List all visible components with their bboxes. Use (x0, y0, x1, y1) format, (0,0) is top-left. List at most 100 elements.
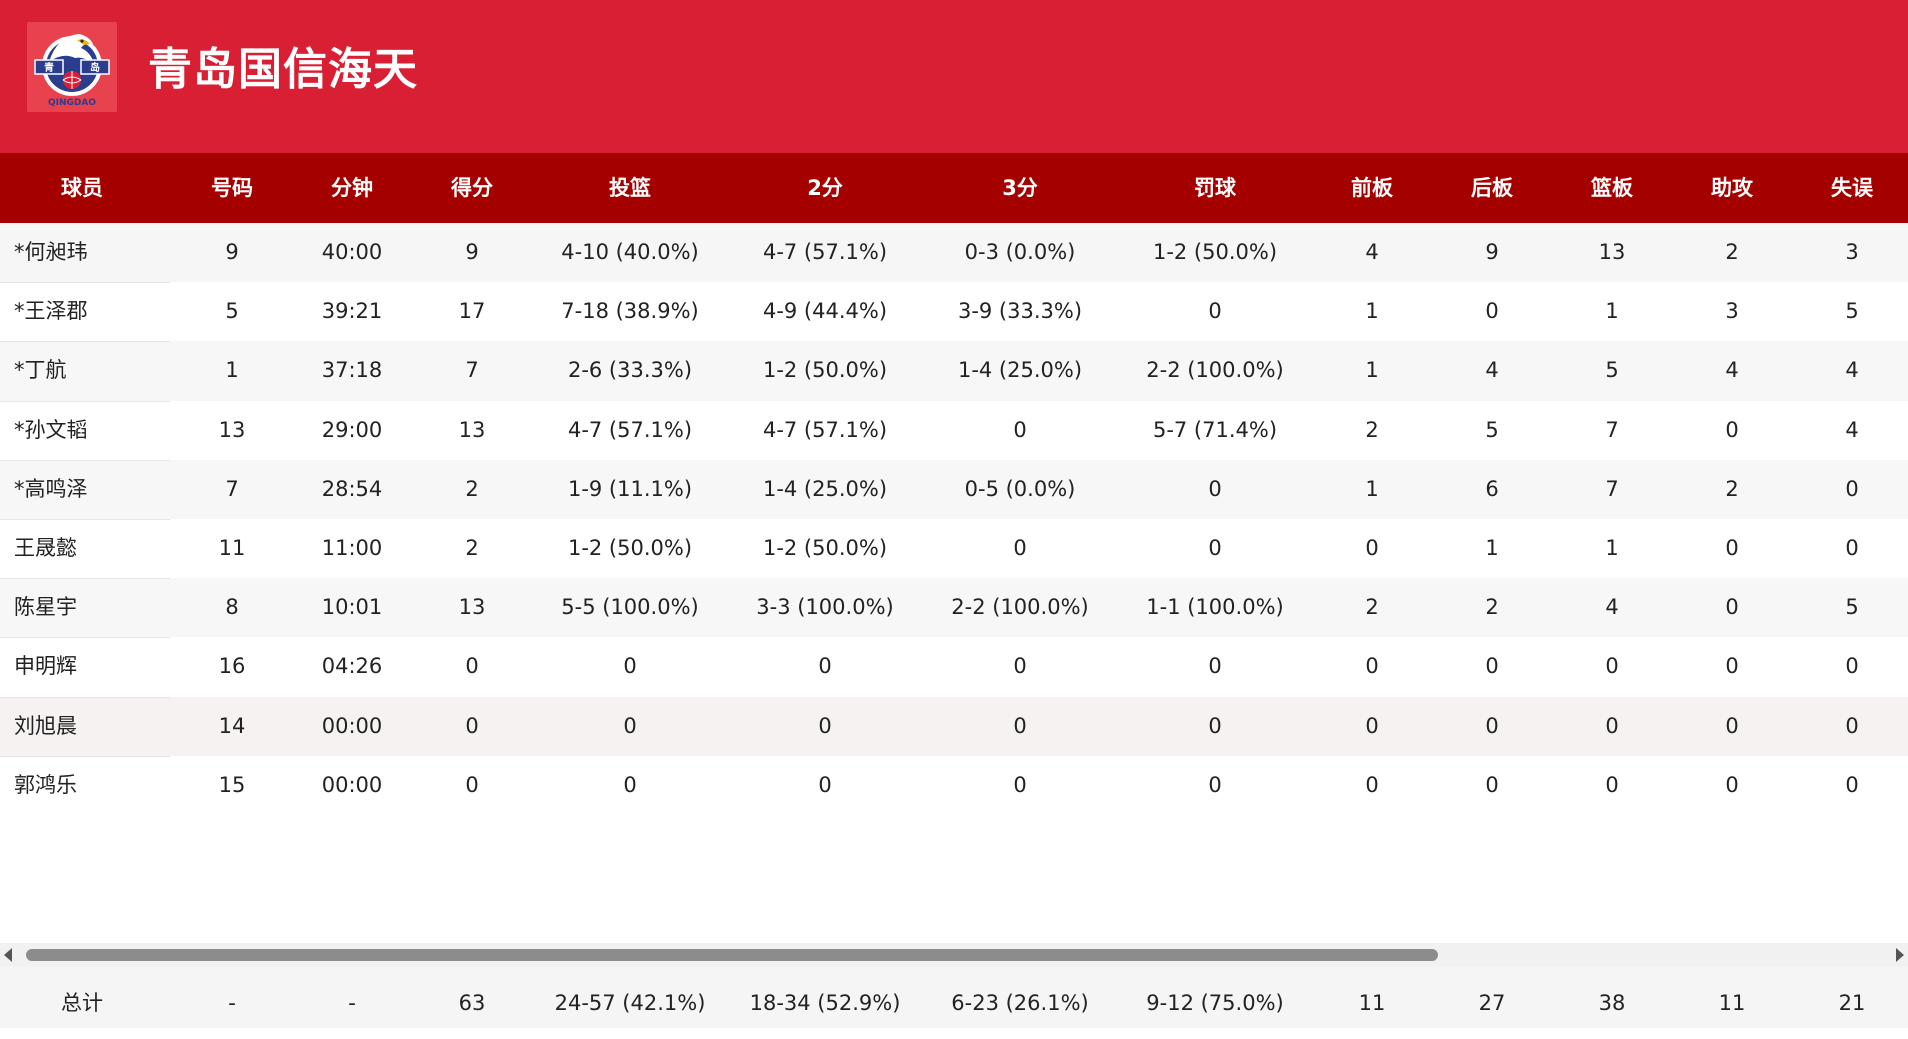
cell-reb: 1 (1605, 299, 1619, 324)
cell-tov: 0 (1845, 476, 1859, 501)
cell-three: 0-3 (0.0%) (964, 240, 1076, 264)
cell-fg: 0 (623, 654, 637, 679)
cell-number: 16 (218, 654, 246, 679)
player-row: 王晟懿 11 11:00 2 1-2 (50.0%) 1-2 (50.0%) 0 0 0 1 1 0 0 (0, 519, 1908, 579)
total-oreb: 11 (1358, 991, 1386, 1015)
team-logo: 青 岛 QINGDAO (27, 22, 117, 112)
cell-oreb: 1 (1365, 358, 1379, 383)
total-minutes: - (348, 991, 356, 1015)
cell-ast: 3 (1725, 299, 1739, 324)
cell-minutes: 28:54 (321, 476, 383, 501)
cell-dreb: 6 (1485, 476, 1499, 501)
total-ft: 9-12 (75.0%) (1146, 991, 1284, 1015)
cell-dreb: 0 (1485, 772, 1499, 797)
cell-fg: 1-9 (11.1%) (567, 476, 693, 501)
cell-fg: 2-6 (33.3%) (567, 358, 693, 383)
cell-dreb: 2 (1485, 595, 1499, 620)
cell-three: 0 (1013, 772, 1027, 797)
cell-points: 0 (465, 654, 479, 679)
cell-number: 13 (218, 417, 246, 442)
total-ast: 11 (1718, 991, 1746, 1015)
cell-reb: 13 (1598, 240, 1626, 264)
scrollbar-thumb[interactable] (26, 949, 1438, 961)
column-header-three: 3分 (1002, 176, 1038, 200)
horizontal-scrollbar[interactable] (0, 943, 1908, 967)
scroll-left-arrow-icon[interactable] (4, 948, 12, 962)
cell-ft: 0 (1208, 476, 1222, 501)
cell-two: 1-4 (25.0%) (762, 476, 888, 501)
cell-two: 0 (818, 713, 832, 738)
logo-wordmark: QINGDAO (48, 98, 96, 108)
cell-oreb: 2 (1365, 595, 1379, 620)
cell-ast: 0 (1725, 654, 1739, 679)
cell-two: 4-7 (57.1%) (762, 240, 888, 264)
cell-minutes: 00:00 (321, 713, 383, 738)
column-header-ft: 罚球 (1194, 176, 1236, 200)
cell-points: 9 (465, 240, 479, 264)
cell-two: 4-7 (57.1%) (762, 417, 888, 442)
cell-reb: 0 (1605, 772, 1619, 797)
cell-player: 刘旭晨 (14, 713, 77, 738)
cell-dreb: 5 (1485, 417, 1499, 442)
total-tov: 21 (1838, 991, 1866, 1015)
row-divider (0, 637, 170, 639)
cell-player: 王晟懿 (14, 536, 77, 560)
cell-ft: 0 (1208, 536, 1222, 560)
column-header-number: 号码 (211, 176, 253, 200)
cell-dreb: 0 (1485, 713, 1499, 738)
row-divider (0, 282, 170, 284)
player-row: *高鸣泽 7 28:54 2 1-9 (11.1%) 1-4 (25.0%) 0-5 (0.… (0, 459, 1908, 519)
cell-oreb: 0 (1365, 654, 1379, 679)
cell-ast: 0 (1725, 713, 1739, 738)
cell-dreb: 0 (1485, 654, 1499, 679)
cell-number: 14 (218, 713, 246, 738)
cell-ast: 2 (1725, 240, 1739, 264)
cell-player: 申明辉 (14, 654, 77, 679)
cell-minutes: 11:00 (321, 536, 383, 560)
player-row: *丁航 1 37:18 7 2-6 (33.3%) 1-2 (50.0%) 1-4 (25.… (0, 341, 1908, 401)
cell-points: 2 (465, 536, 479, 560)
cell-number: 7 (225, 476, 239, 501)
column-header-oreb: 前板 (1351, 176, 1393, 200)
total-reb: 38 (1598, 991, 1626, 1015)
cell-two: 1-2 (50.0%) (762, 536, 888, 560)
row-divider (0, 578, 170, 580)
cell-oreb: 0 (1365, 772, 1379, 797)
eagle-logo-icon: 青 岛 QINGDAO (27, 22, 117, 112)
cell-two: 0 (818, 654, 832, 679)
cell-ft: 5-7 (71.4%) (1152, 417, 1278, 442)
cell-dreb: 1 (1485, 536, 1499, 560)
cell-ast: 0 (1725, 595, 1739, 620)
cell-ft: 0 (1208, 713, 1222, 738)
player-row: 陈星宇 8 10:01 13 5-5 (100.0%) 3-3 (100.0%) 2-2 (… (0, 578, 1908, 638)
cell-dreb: 0 (1485, 299, 1499, 324)
cell-two: 3-3 (100.0%) (756, 595, 894, 620)
cell-fg: 0 (623, 713, 637, 738)
cell-tov: 0 (1845, 772, 1859, 797)
cell-fg: 1-2 (50.0%) (567, 536, 693, 560)
cell-three: 1-4 (25.0%) (957, 358, 1083, 383)
total-fg: 24-57 (42.1%) (554, 991, 706, 1015)
cell-ast: 2 (1725, 476, 1739, 501)
row-divider (0, 696, 170, 698)
player-row: 郭鸿乐 15 00:00 0 0 0 0 0 0 0 0 0 0 (0, 755, 1908, 815)
cell-player: *王泽郡 (14, 299, 88, 324)
scroll-right-arrow-icon[interactable] (1896, 948, 1904, 962)
cell-reb: 0 (1605, 654, 1619, 679)
stats-table-body: *何昶玮 9 40:00 9 4-10 (40.0%) 4-7 (57.1%) 0-3 (0… (0, 223, 1908, 943)
total-player: 总计 (61, 991, 103, 1015)
cell-tov: 0 (1845, 536, 1859, 560)
cell-three: 0-5 (0.0%) (964, 476, 1076, 501)
cell-player: *丁航 (14, 358, 67, 383)
cell-two: 4-9 (44.4%) (762, 299, 888, 324)
cell-fg: 5-5 (100.0%) (561, 595, 699, 620)
cell-fg: 0 (623, 772, 637, 797)
cell-fg: 4-7 (57.1%) (567, 417, 693, 442)
cell-fg: 7-18 (38.9%) (561, 299, 699, 324)
cell-player: *高鸣泽 (14, 476, 88, 501)
cell-minutes: 40:00 (321, 240, 383, 264)
cell-number: 1 (225, 358, 239, 383)
player-row: 刘旭晨 14 00:00 0 0 0 0 0 0 0 0 0 0 (0, 696, 1908, 756)
cell-three: 0 (1013, 536, 1027, 560)
cell-ast: 4 (1725, 358, 1739, 383)
